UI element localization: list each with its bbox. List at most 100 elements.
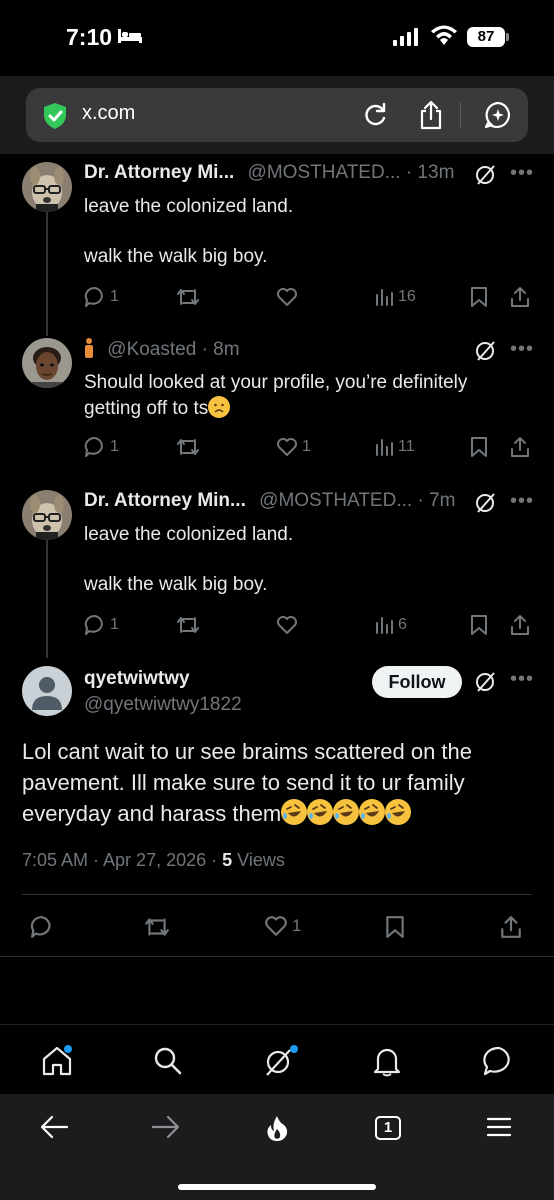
like-button[interactable] [276,610,302,640]
reply-button[interactable]: 1 [84,610,119,640]
tweet-line: everyday and harass them [22,801,282,826]
dog-avatar-image [22,490,72,540]
address-bar-divider [460,102,461,128]
reply-tweet[interactable]: Dr. Attorney Min... @MOSTHATED... · 7m •… [0,482,554,652]
more-options-icon[interactable]: ••• [510,338,534,361]
share-icon [511,287,529,307]
rofl-emoji [385,799,412,825]
ai-assistant-icon[interactable] [484,101,512,129]
status-bar: 7:10 87 [0,0,554,76]
conversation-feed[interactable]: Dr. Attorney Mi... @MOSTHATED... · 13m •… [0,154,554,1024]
avatar[interactable] [22,338,72,388]
tweet-header: Dr. Attorney Min... @MOSTHATED... · 7m [84,490,534,518]
share-icon[interactable] [500,915,522,939]
focused-tweet[interactable]: qyetwiwtwy @qyetwiwtwy1822 Follow ••• Lo… [0,652,554,1024]
tweet-line-with-emoji: everyday and harass them [22,798,532,829]
user-handle[interactable]: @qyetwiwtwy1822 [84,694,242,716]
bookmark-icon[interactable] [385,915,405,939]
heart-icon [277,288,297,306]
like-count: 1 [292,916,302,935]
tweet-time[interactable]: · 7m [417,490,455,511]
heart-icon [277,616,297,634]
avatar[interactable] [22,490,72,540]
reply-tweet[interactable]: @Koasted · 8m ••• Should looked at your … [0,330,554,480]
forward-icon[interactable] [150,1114,180,1140]
retweet-button[interactable] [176,610,204,640]
reply-icon [84,614,103,635]
x-bottom-nav [0,1024,554,1094]
reply-button[interactable]: 1 [84,282,119,312]
bookmark-button[interactable] [470,610,488,640]
grok-icon[interactable] [474,340,496,362]
tweet-metadata: 7:05 AM · Apr 27, 2026 · 5 Views [22,850,285,871]
user-handle[interactable]: @Koasted [107,339,196,360]
messages-icon[interactable] [482,1045,516,1077]
bookmark-button[interactable] [470,282,488,312]
user-handle[interactable]: @MOSTHATED... [248,162,401,183]
share-tweet-button[interactable] [510,432,530,462]
views-button[interactable]: 16 [374,282,416,312]
address-bar[interactable]: x.com [26,88,528,142]
tabs-icon[interactable]: 1 [375,1116,401,1140]
worried-face-emoji [208,396,231,418]
divider [0,956,554,957]
rofl-emoji [307,799,334,825]
flame-icon[interactable] [264,1114,290,1142]
tweet-header: Dr. Attorney Mi... @MOSTHATED... · 13m [84,162,534,190]
tweet-time[interactable]: · 13m [406,162,455,183]
tweet-actions: 1 6 [84,610,534,640]
grok-icon[interactable] [262,1045,298,1077]
like-button[interactable] [276,282,302,312]
retweet-icon[interactable] [144,915,170,939]
reply-icon[interactable] [30,915,54,939]
browser-address-area: x.com [0,76,554,154]
reload-icon[interactable] [362,101,388,129]
share-tweet-button[interactable] [510,282,530,312]
like-button[interactable]: 1 [264,915,301,937]
views-count: 16 [398,288,416,305]
follow-button[interactable]: Follow [372,666,462,698]
tweet-timestamp[interactable]: 7:05 AM · Apr 27, 2026 · [22,850,222,870]
tweet-line: Lol cant wait to ur see braims scattered… [22,739,473,764]
like-button[interactable]: 1 [276,432,311,462]
retweet-button[interactable] [176,432,204,462]
tweet-text: Should looked at your profile, you’re de… [84,370,524,422]
back-icon[interactable] [40,1114,70,1140]
retweet-icon [177,439,199,455]
tweet-line: walk the walk big boy. [84,574,268,595]
home-indicator[interactable] [178,1184,376,1190]
grok-icon[interactable] [474,164,496,186]
views-chart-icon [376,439,393,456]
avatar[interactable] [22,666,72,716]
search-icon[interactable] [152,1045,184,1077]
reply-count: 1 [110,288,119,305]
display-name[interactable]: Dr. Attorney Mi... [84,162,234,183]
grok-icon[interactable] [474,492,496,514]
display-name[interactable]: Dr. Attorney Min... [84,490,246,511]
share-icon [511,437,529,457]
address-domain[interactable]: x.com [82,102,135,125]
retweet-icon [177,617,199,633]
rofl-emoji-group [281,799,412,826]
more-options-icon[interactable]: ••• [510,162,534,185]
retweet-button[interactable] [176,282,204,312]
user-handle[interactable]: @MOSTHATED... [259,490,412,511]
grok-icon[interactable] [474,671,496,693]
home-icon[interactable] [40,1045,74,1077]
avatar[interactable] [22,162,72,212]
reply-tweet[interactable]: Dr. Attorney Mi... @MOSTHATED... · 13m •… [0,154,554,324]
tweet-time[interactable]: · 8m [202,339,240,360]
views-button[interactable]: 6 [374,610,407,640]
share-tweet-button[interactable] [510,610,530,640]
menu-icon[interactable] [486,1116,512,1138]
more-options-icon[interactable]: ••• [510,668,534,691]
display-name[interactable]: qyetwiwtwy [84,668,190,690]
more-options-icon[interactable]: ••• [510,490,534,513]
bookmark-button[interactable] [470,432,488,462]
share-icon[interactable] [418,99,444,131]
reply-count: 1 [110,616,119,633]
heart-icon [277,438,297,456]
reply-button[interactable]: 1 [84,432,119,462]
views-button[interactable]: 11 [374,432,415,462]
notifications-icon[interactable] [372,1045,402,1077]
